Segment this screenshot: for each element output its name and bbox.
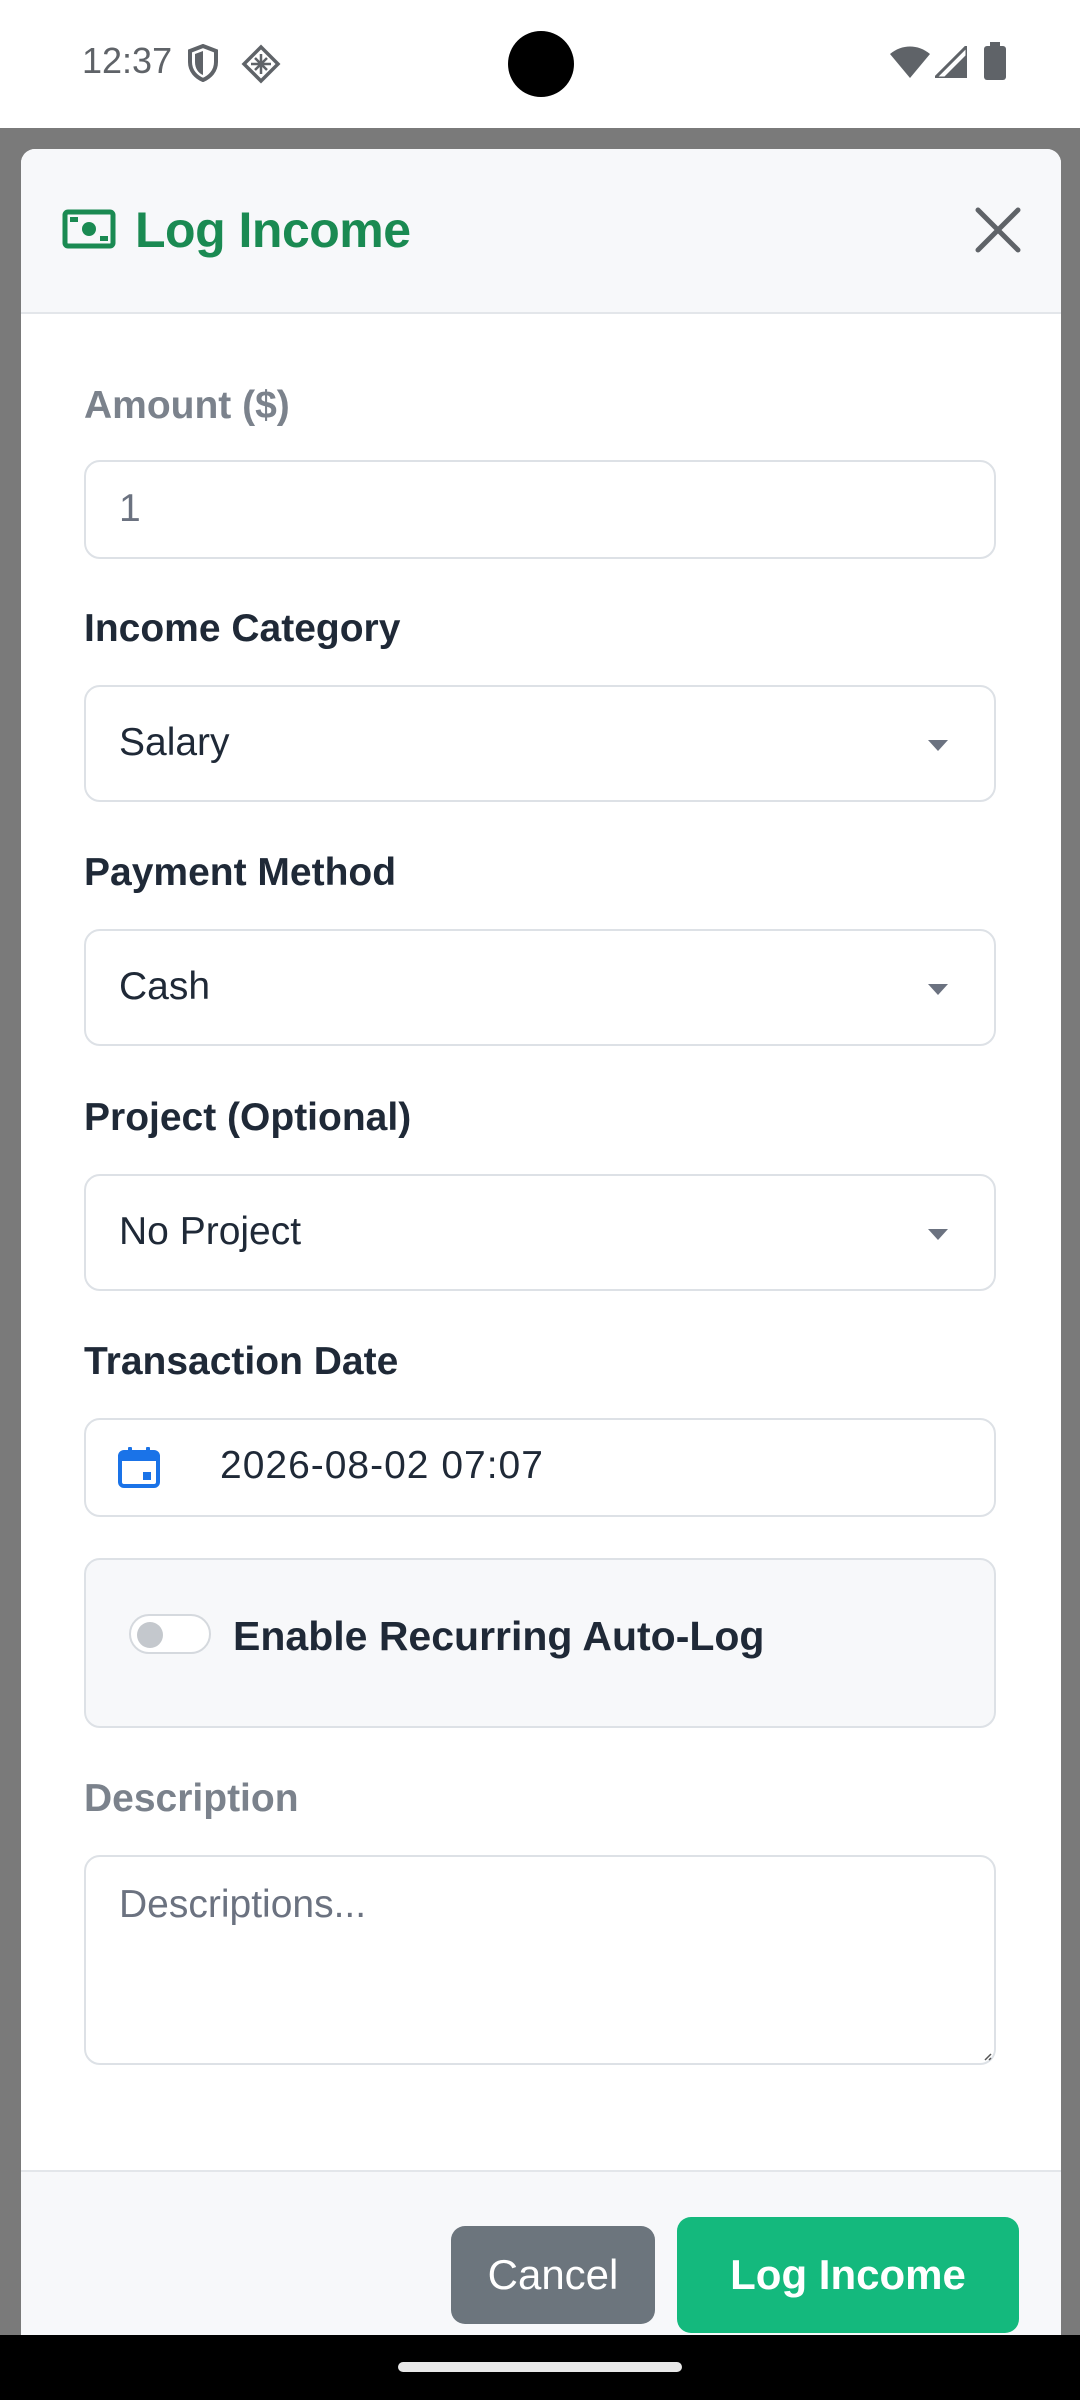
recurring-toggle[interactable] bbox=[129, 1614, 211, 1654]
amount-input[interactable]: 1 bbox=[84, 460, 996, 559]
cancel-button[interactable]: Cancel bbox=[451, 2226, 655, 2324]
chevron-down-icon bbox=[928, 1229, 948, 1240]
recurring-section: Enable Recurring Auto-Log bbox=[84, 1558, 996, 1728]
close-icon[interactable] bbox=[972, 204, 1024, 256]
dialog-title: Log Income bbox=[135, 202, 411, 258]
cash-icon bbox=[62, 209, 116, 249]
signal-icon bbox=[935, 46, 967, 78]
income-category-value: Salary bbox=[119, 721, 230, 764]
front-camera bbox=[508, 31, 574, 97]
toggle-knob bbox=[137, 1622, 163, 1648]
status-time: 12:37 bbox=[82, 40, 173, 81]
description-placeholder: Descriptions... bbox=[119, 1883, 367, 1926]
resize-handle-icon[interactable] bbox=[982, 2051, 992, 2061]
project-select[interactable]: No Project bbox=[84, 1174, 996, 1291]
project-value: No Project bbox=[119, 1210, 302, 1253]
amount-label: Amount ($) bbox=[84, 384, 290, 427]
dialog-header: Log Income bbox=[21, 149, 1061, 314]
chevron-down-icon bbox=[928, 984, 948, 995]
description-label: Description bbox=[84, 1777, 299, 1820]
income-category-label: Income Category bbox=[84, 607, 401, 650]
navigation-bar bbox=[0, 2335, 1080, 2400]
shield-icon bbox=[188, 44, 218, 82]
transaction-date-value: 2026-08-02 07:07 bbox=[220, 1444, 544, 1487]
project-label: Project (Optional) bbox=[84, 1096, 412, 1139]
wifi-icon bbox=[890, 46, 930, 78]
transaction-date-label: Transaction Date bbox=[84, 1340, 399, 1383]
dialog-footer: Cancel Log Income bbox=[21, 2170, 1061, 2349]
log-income-dialog: Log Income Amount ($) 1 Income Category … bbox=[21, 149, 1061, 2349]
payment-method-value: Cash bbox=[119, 965, 211, 1008]
battery-icon bbox=[984, 42, 1006, 80]
recurring-label: Enable Recurring Auto-Log bbox=[233, 1613, 765, 1659]
vpn-icon bbox=[241, 44, 281, 84]
payment-method-label: Payment Method bbox=[84, 851, 397, 894]
transaction-date-input[interactable]: 2026-08-02 07:07 bbox=[84, 1418, 996, 1517]
chevron-down-icon bbox=[928, 740, 948, 751]
calendar-icon bbox=[118, 1447, 160, 1488]
description-textarea[interactable]: Descriptions... bbox=[84, 1855, 996, 2065]
status-bar: 12:37 bbox=[0, 0, 1080, 128]
income-category-select[interactable]: Salary bbox=[84, 685, 996, 802]
home-gesture-handle[interactable] bbox=[398, 2362, 682, 2372]
log-income-button[interactable]: Log Income bbox=[677, 2217, 1019, 2333]
amount-value: 1 bbox=[119, 487, 141, 530]
payment-method-select[interactable]: Cash bbox=[84, 929, 996, 1046]
